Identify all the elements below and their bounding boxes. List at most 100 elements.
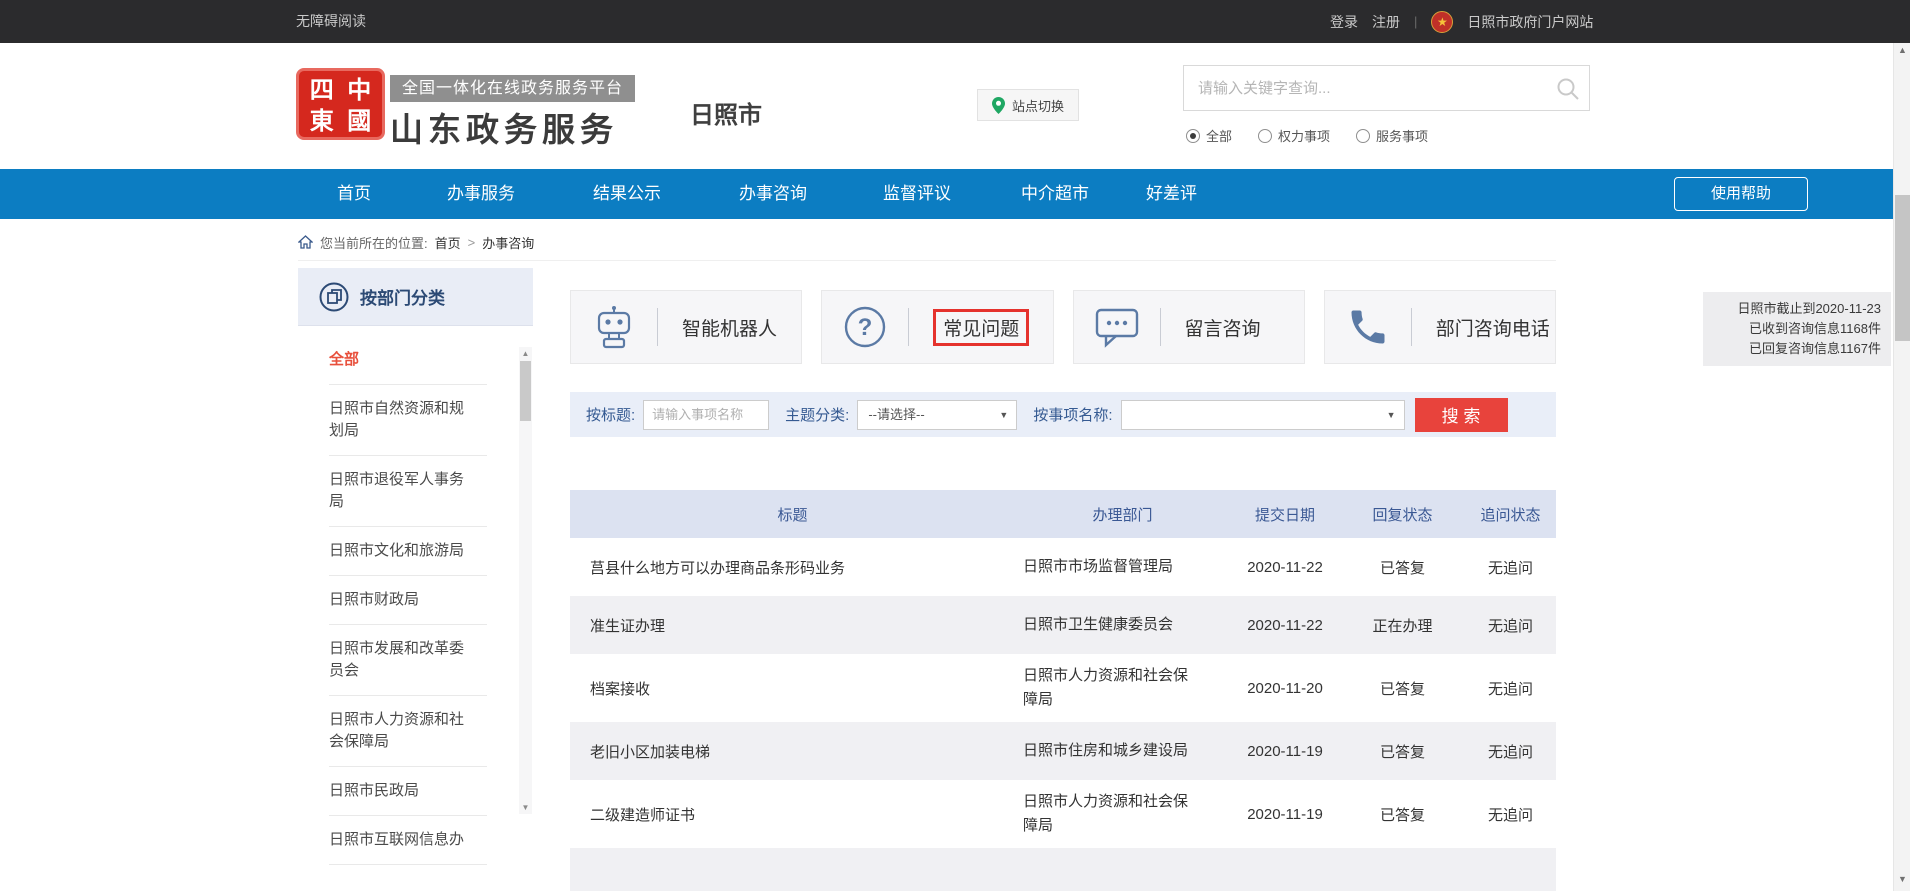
search-icon[interactable]: [1555, 76, 1581, 102]
site-switch-button[interactable]: 站点切换: [977, 89, 1079, 121]
department-sidebar: 按部门分类 全部 日照市自然资源和规划局 日照市退役军人事务局 日照市文化和旅游…: [298, 268, 533, 891]
svg-text:?: ?: [858, 314, 873, 341]
login-link[interactable]: 登录: [1330, 12, 1358, 32]
nav-item-results[interactable]: 结果公示: [593, 169, 661, 219]
scroll-up-icon[interactable]: [519, 347, 532, 360]
register-link[interactable]: 注册: [1372, 12, 1400, 32]
portal-link[interactable]: 日照市政府门户网站: [1467, 12, 1593, 32]
scope-radio-power[interactable]: 权力事项: [1258, 126, 1330, 145]
scope-radio-all[interactable]: 全部: [1186, 126, 1232, 145]
tab-phone-consult[interactable]: 部门咨询电话: [1324, 290, 1556, 364]
sidebar-item-internet-info[interactable]: 日照市互联网信息办: [329, 816, 487, 865]
stats-line: 已回复咨询信息1167件: [1703, 339, 1881, 359]
accessibility-link[interactable]: 无障碍阅读: [296, 0, 366, 43]
search-button[interactable]: 搜 索: [1415, 398, 1508, 432]
scroll-down-icon[interactable]: [519, 801, 532, 814]
breadcrumb-separator: >: [468, 235, 476, 250]
consult-tabs: 智能机器人 ? 常见问题 留: [570, 290, 1556, 364]
tab-label: 留言咨询: [1161, 314, 1261, 341]
scope-radio-service[interactable]: 服务事项: [1356, 126, 1428, 145]
breadcrumb-prefix: 您当前所在的位置:: [320, 233, 428, 252]
table-row-partial: [570, 848, 1556, 891]
national-emblem-icon: [1431, 11, 1453, 33]
consultation-table: 标题 办理部门 提交日期 回复状态 追问状态 莒县什么地方可以办理商品条形码业务…: [570, 490, 1556, 891]
faq-highlight-box: 常见问题: [933, 309, 1029, 346]
topbar-divider: |: [1414, 14, 1417, 29]
nav-item-services[interactable]: 办事服务: [447, 169, 515, 219]
topbar-right-group: 登录 注册 | 日照市政府门户网站: [1330, 0, 1593, 43]
col-date: 提交日期: [1230, 504, 1340, 525]
title-filter-input[interactable]: [644, 401, 768, 429]
main-nav: 首页 办事服务 结果公示 办事咨询 监督评议 中介超市 好差评 使用帮助: [0, 169, 1910, 219]
page: 无障碍阅读 登录 注册 | 日照市政府门户网站 四 中 東 國 全国一体化在线政…: [0, 0, 1910, 891]
topic-filter-label: 主题分类:: [785, 404, 849, 425]
scope-label: 全部: [1206, 126, 1232, 145]
table-row[interactable]: 档案接收 日照市人力资源和社会保障局 2020-11-20 已答复 无追问: [570, 654, 1556, 722]
table-row[interactable]: 莒县什么地方可以办理商品条形码业务 日照市市场监督管理局 2020-11-22 …: [570, 538, 1556, 596]
seal-char: 國: [341, 106, 379, 137]
search-scope-group: 全部 权力事项 服务事项: [1186, 126, 1428, 145]
title-filter-label: 按标题:: [586, 404, 635, 425]
breadcrumb-home-link[interactable]: 首页: [435, 233, 461, 252]
location-pin-icon: [992, 97, 1005, 114]
col-department: 办理部门: [1015, 504, 1230, 525]
tab-smart-robot[interactable]: 智能机器人: [570, 290, 802, 364]
stats-line: 已收到咨询信息1168件: [1703, 319, 1881, 339]
sidebar-title: 按部门分类: [360, 284, 445, 309]
sidebar-item-development-reform[interactable]: 日照市发展和改革委员会: [329, 625, 487, 696]
radio-checked-icon: [1186, 129, 1200, 143]
sidebar-item-natural-resources[interactable]: 日照市自然资源和规划局: [329, 385, 487, 456]
table-row[interactable]: 老旧小区加装电梯 日照市住房和城乡建设局 2020-11-19 已答复 无追问: [570, 722, 1556, 780]
sidebar-item-civil-affairs[interactable]: 日照市民政局: [329, 767, 487, 816]
name-filter-label: 按事项名称:: [1033, 404, 1112, 425]
brand-title: 山东政务服务: [390, 103, 618, 151]
sidebar-header: 按部门分类: [298, 268, 533, 326]
nav-item-supervision[interactable]: 监督评议: [883, 169, 951, 219]
topic-select[interactable]: --请选择--: [857, 400, 1017, 430]
sidebar-scrollbar: [519, 347, 532, 814]
seal-char: 四: [303, 75, 341, 106]
site-header: 四 中 東 國 全国一体化在线政务服务平台 山东政务服务 日照市 站点切换 全: [0, 43, 1910, 169]
help-button[interactable]: 使用帮助: [1674, 177, 1808, 211]
col-title: 标题: [570, 504, 1015, 525]
page-scroll-down-icon[interactable]: [1894, 874, 1910, 889]
tab-faq[interactable]: ? 常见问题: [821, 290, 1053, 364]
top-utility-bar: 无障碍阅读 登录 注册 | 日照市政府门户网站: [0, 0, 1910, 43]
radio-icon: [1258, 129, 1272, 143]
sidebar-item-veterans[interactable]: 日照市退役军人事务局: [329, 456, 487, 527]
home-icon: [298, 235, 313, 249]
scope-label: 权力事项: [1278, 126, 1330, 145]
title-filter-field: [643, 400, 769, 430]
table-header: 标题 办理部门 提交日期 回复状态 追问状态: [570, 490, 1556, 538]
nav-item-home[interactable]: 首页: [337, 169, 371, 219]
stats-line: 日照市截止到2020-11-23: [1703, 299, 1881, 319]
tab-message-consult[interactable]: 留言咨询: [1073, 290, 1305, 364]
filter-bar: 按标题: 主题分类: --请选择-- 按事项名称: 搜 索: [570, 392, 1556, 437]
page-scroll-up-icon[interactable]: [1894, 45, 1910, 60]
robot-icon: [593, 305, 635, 349]
col-reply-status: 回复状态: [1340, 504, 1465, 525]
sidebar-item-culture-tourism[interactable]: 日照市文化和旅游局: [329, 527, 487, 576]
nav-item-consult[interactable]: 办事咨询: [739, 169, 807, 219]
site-switch-label: 站点切换: [1012, 96, 1064, 115]
scope-label: 服务事项: [1376, 126, 1428, 145]
page-scroll-thumb[interactable]: [1895, 195, 1910, 341]
sidebar-item-human-resources[interactable]: 日照市人力资源和社会保障局: [329, 696, 487, 767]
breadcrumb-current: 办事咨询: [482, 233, 534, 252]
city-name: 日照市: [690, 95, 762, 130]
sidebar-item-all[interactable]: 全部: [329, 336, 487, 385]
keyword-search-input[interactable]: [1184, 66, 1589, 110]
table-row[interactable]: 准生证办理 日照市卫生健康委员会 2020-11-22 正在办理 无追问: [570, 596, 1556, 654]
page-scrollbar[interactable]: [1893, 43, 1910, 891]
status-badge: 已答复: [1340, 678, 1465, 699]
table-row[interactable]: 二级建造师证书 日照市人力资源和社会保障局 2020-11-19 已答复 无追问: [570, 780, 1556, 848]
status-badge: 已答复: [1340, 741, 1465, 762]
item-name-select[interactable]: [1121, 400, 1405, 430]
message-icon: [1094, 306, 1140, 348]
sidebar-item-finance[interactable]: 日照市财政局: [329, 576, 487, 625]
nav-item-rating[interactable]: 好差评: [1146, 169, 1197, 219]
radio-icon: [1356, 129, 1370, 143]
sidebar-scroll-thumb[interactable]: [520, 361, 531, 421]
col-follow-status: 追问状态: [1465, 504, 1556, 525]
nav-item-intermediary[interactable]: 中介超市: [1021, 169, 1089, 219]
